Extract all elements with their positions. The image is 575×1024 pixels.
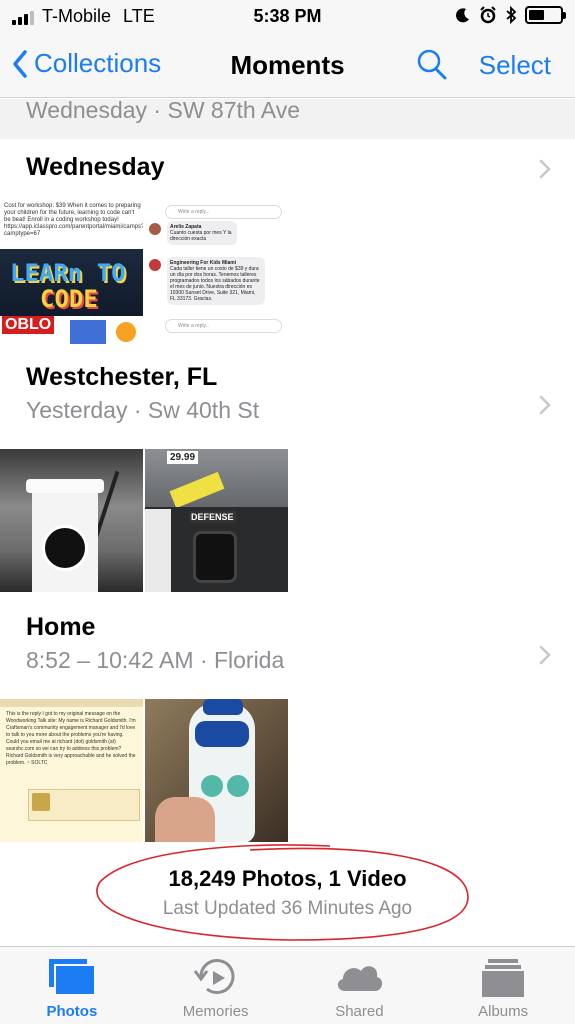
- smartwatch-icon: [193, 531, 237, 583]
- starbucks-logo-icon: [42, 525, 88, 571]
- chevron-right-icon: [539, 645, 551, 665]
- moments-list[interactable]: Wednesday · SW 87th Ave Wednesday Cost f…: [0, 99, 575, 946]
- moment-subtitle: Wednesday · SW 87th Ave: [26, 99, 301, 123]
- sale-tag: [169, 471, 225, 509]
- photo-thumbnail[interactable]: Cost for workshop: $39 When it comes to …: [0, 201, 143, 344]
- tab-bar: Photos Memories Shared Albums: [0, 946, 575, 1024]
- decor-bead: [201, 775, 223, 797]
- photo-grid: This is the reply I got to my original m…: [0, 699, 288, 842]
- last-updated: Last Updated 36 Minutes Ago: [162, 898, 413, 919]
- scratch-cat-icon: [116, 322, 136, 342]
- tab-memories[interactable]: Memories: [144, 947, 288, 1024]
- code-text: CODE: [40, 285, 98, 313]
- bluetooth-icon: [506, 6, 517, 24]
- moment-section: Home 8:52 – 10:42 AM · Florida This is t…: [0, 599, 575, 842]
- red-annotation-circle: [96, 844, 469, 941]
- decor-bead: [227, 775, 249, 797]
- moment-header[interactable]: Home 8:52 – 10:42 AM · Florida: [0, 599, 575, 673]
- search-icon: [417, 49, 447, 80]
- moment-header[interactable]: Wednesday: [0, 139, 575, 199]
- thumbnail-text: Cost for workshop: $39 When it comes to …: [4, 203, 143, 237]
- shared-cloud-icon: [338, 966, 383, 991]
- select-button[interactable]: Select: [479, 50, 551, 81]
- chat-comment: Arelis Zapata Cuanto cuesta por mes Y la…: [167, 221, 237, 245]
- chevron-right-icon: [539, 159, 551, 179]
- tab-label: Photos: [46, 1003, 98, 1020]
- photos-icon: [48, 959, 96, 996]
- thumbnail-footer: OBLO: [0, 316, 143, 344]
- roblox-logo: OBLO: [2, 316, 55, 334]
- photo-count: 18,249 Photos, 1 Video: [168, 866, 407, 891]
- status-right: [455, 6, 566, 24]
- tab-albums[interactable]: Albums: [431, 947, 575, 1024]
- moment-title: Home: [26, 613, 96, 641]
- chat-reply-box: Write a reply...: [165, 205, 282, 219]
- tab-label: Albums: [478, 1003, 529, 1020]
- hand: [155, 797, 215, 842]
- brand-logo: [195, 721, 249, 747]
- battery-fill: [529, 10, 544, 20]
- moment-header-partial[interactable]: Wednesday · SW 87th Ave: [0, 99, 575, 139]
- search-button[interactable]: [417, 48, 447, 85]
- moment-section: Wednesday Cost for workshop: $39 When it…: [0, 139, 575, 344]
- battery-icon: [525, 6, 566, 24]
- avatar: [149, 259, 161, 271]
- forum-header: [0, 699, 143, 707]
- moment-subtitle: 8:52 – 10:42 AM · Florida: [26, 647, 285, 673]
- tab-label: Memories: [182, 1003, 249, 1020]
- cup-lid: [26, 479, 104, 493]
- imagine-block: [70, 320, 106, 344]
- chat-reply-box: Write a reply...: [165, 319, 282, 333]
- chevron-right-icon: [539, 395, 551, 415]
- nav-bar: Collections Moments Select: [0, 34, 575, 98]
- thumbnail-text: This is the reply I got to my original m…: [6, 711, 136, 766]
- moon-icon: [456, 8, 469, 23]
- photo-thumbnail[interactable]: [0, 449, 143, 592]
- photo-thumbnail[interactable]: [145, 699, 288, 842]
- brand-label: DEFENSE: [189, 511, 236, 523]
- moment-header[interactable]: Westchester, FL Yesterday · Sw 40th St: [0, 349, 575, 423]
- memories-icon: [193, 959, 235, 994]
- photo-grid: 29.99 DEFENSE: [0, 449, 288, 592]
- moment-section: Westchester, FL Yesterday · Sw 40th St 2…: [0, 349, 575, 592]
- moment-title: Wednesday: [26, 153, 165, 181]
- alarm-icon: [480, 6, 496, 24]
- chat-text: Cada taller tiene un costo de $39 y dura…: [170, 266, 260, 302]
- albums-icon: [482, 959, 525, 997]
- library-summary: 18,249 Photos, 1 Video Last Updated 36 M…: [0, 842, 575, 946]
- chat-comment: Engineering For Kids Miami Cada taller t…: [167, 257, 265, 305]
- price-tag: 29.99: [167, 451, 199, 464]
- photo-grid: Cost for workshop: $39 When it comes to …: [0, 201, 288, 344]
- photo-thumbnail[interactable]: 29.99 DEFENSE: [145, 449, 288, 592]
- moment-title: Westchester, FL: [26, 363, 218, 391]
- learn-text: LEARn TO: [10, 259, 126, 287]
- chat-text: Cuanto cuesta por mes Y la dirección exa…: [170, 230, 232, 242]
- tab-photos[interactable]: Photos: [0, 947, 144, 1024]
- bottle-cap: [203, 699, 243, 715]
- status-bar: T-Mobile LTE 5:38 PM: [0, 0, 575, 34]
- photo-thumbnail[interactable]: Write a reply... Arelis Zapata Cuanto cu…: [145, 201, 288, 344]
- forum-badge-icon: [32, 793, 50, 811]
- tab-shared[interactable]: Shared: [288, 947, 432, 1024]
- photo-thumbnail[interactable]: This is the reply I got to my original m…: [0, 699, 143, 842]
- product-box-side: [145, 509, 171, 592]
- moment-subtitle: Yesterday · Sw 40th St: [26, 397, 260, 423]
- tab-label: Shared: [335, 1003, 384, 1020]
- avatar: [149, 223, 161, 235]
